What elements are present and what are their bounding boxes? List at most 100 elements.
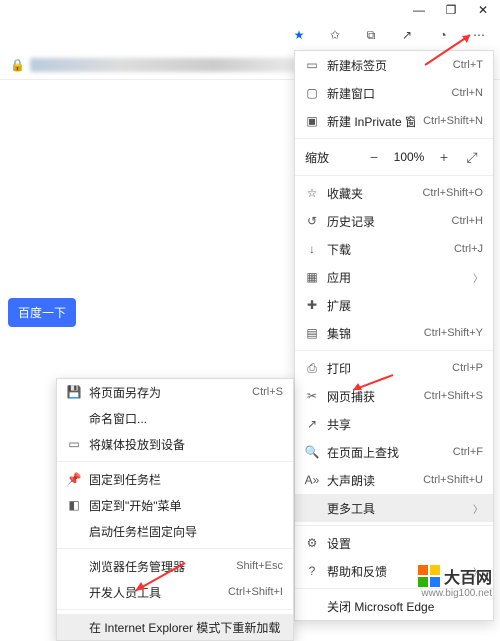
watermark-name: 大百网 [444, 564, 492, 588]
share-icon[interactable]: ↗ [396, 24, 418, 46]
star-icon: ☆ [305, 186, 319, 200]
menu-shortcut: Ctrl+Shift+O [422, 187, 483, 199]
submenu-shortcut: Ctrl+S [252, 386, 283, 398]
menu-favorites[interactable]: ☆ 收藏夹 Ctrl+Shift+O [295, 179, 493, 207]
menu-settings[interactable]: ⚙ 设置 [295, 529, 493, 557]
fullscreen-button[interactable]: ⤢ [461, 149, 483, 166]
cast-icon: ▭ [67, 437, 81, 451]
menu-label: 新建窗口 [327, 85, 444, 102]
menu-read-aloud[interactable]: A» 大声朗读 Ctrl+Shift+U [295, 466, 493, 494]
menu-label: 扩展 [327, 297, 483, 314]
menu-label: 下载 [327, 241, 446, 258]
blank-icon [67, 585, 81, 599]
chevron-right-icon: 〉 [473, 270, 483, 285]
watermark: 大百网 www.big100.net [418, 564, 492, 599]
menu-zoom-row: 缩放 − 100% + ⤢ [295, 142, 493, 172]
browser-toolbar: ★ ✩ ⧉ ↗ ◔ ⋯ [0, 20, 500, 50]
settings-and-more-menu: ▭ 新建标签页 Ctrl+T ▢ 新建窗口 Ctrl+N ▣ 新建 InPriv… [294, 50, 494, 621]
submenu-label: 将媒体投放到设备 [89, 436, 283, 453]
menu-downloads[interactable]: ↓ 下载 Ctrl+J [295, 235, 493, 263]
submenu-pin-taskbar[interactable]: 📌 固定到任务栏 [57, 466, 293, 492]
submenu-task-manager[interactable]: 浏览器任务管理器 Shift+Esc [57, 553, 293, 579]
new-tab-icon: ▭ [305, 58, 319, 72]
menu-label: 共享 [327, 416, 483, 433]
zoom-percent: 100% [391, 150, 427, 164]
menu-more-tools[interactable]: 更多工具 〉 [295, 494, 493, 522]
submenu-launch-wizard[interactable]: 启动任务栏固定向导 [57, 518, 293, 544]
menu-label: 大声朗读 [327, 472, 415, 489]
submenu-separator [57, 461, 293, 462]
watermark-url: www.big100.net [418, 588, 492, 599]
menu-print[interactable]: ⎙ 打印 Ctrl+P [295, 354, 493, 382]
submenu-label: 在 Internet Explorer 模式下重新加载 [89, 619, 283, 636]
submenu-ie-mode[interactable]: 在 Internet Explorer 模式下重新加载 [57, 614, 293, 640]
zoom-out-button[interactable]: − [363, 149, 385, 165]
blank-icon [305, 501, 319, 515]
menu-shortcut: Ctrl+Shift+S [424, 390, 483, 402]
blank-icon [67, 524, 81, 538]
menu-new-tab[interactable]: ▭ 新建标签页 Ctrl+T [295, 51, 493, 79]
menu-apps[interactable]: ▦ 应用 〉 [295, 263, 493, 291]
apps-icon: ▦ [305, 270, 319, 284]
menu-separator [295, 350, 493, 351]
gear-icon: ⚙ [305, 536, 319, 550]
submenu-label: 将页面另存为 [89, 384, 244, 401]
menu-shortcut: Ctrl+T [453, 59, 483, 71]
menu-share[interactable]: ↗ 共享 [295, 410, 493, 438]
menu-shortcut: Ctrl+Shift+N [423, 115, 483, 127]
menu-find[interactable]: 🔍 在页面上查找 Ctrl+F [295, 438, 493, 466]
pin-icon: 📌 [67, 472, 81, 486]
zoom-label: 缩放 [305, 149, 357, 166]
lock-icon: 🔒 [10, 58, 24, 72]
chevron-right-icon: 〉 [473, 501, 483, 516]
blank-icon [67, 411, 81, 425]
profile-icon[interactable]: ◔ [432, 24, 454, 46]
submenu-label: 浏览器任务管理器 [89, 558, 228, 575]
read-aloud-icon: A» [305, 473, 319, 487]
watermark-logo-icon [418, 565, 440, 587]
menu-label: 设置 [327, 535, 483, 552]
submenu-name-window[interactable]: 命名窗口... [57, 405, 293, 431]
minimize-button[interactable]: — [412, 3, 426, 17]
submenu-label: 固定到"开始"菜单 [89, 497, 283, 514]
submenu-label: 启动任务栏固定向导 [89, 523, 283, 540]
submenu-label: 固定到任务栏 [89, 471, 283, 488]
zoom-in-button[interactable]: + [433, 149, 455, 165]
submenu-cast[interactable]: ▭ 将媒体投放到设备 [57, 431, 293, 457]
menu-label: 打印 [327, 360, 444, 377]
menu-label: 新建标签页 [327, 57, 445, 74]
menu-separator [295, 175, 493, 176]
baidu-search-button[interactable]: 百度一下 [8, 298, 76, 327]
menu-history[interactable]: ↺ 历史记录 Ctrl+H [295, 207, 493, 235]
close-window-button[interactable]: ✕ [476, 3, 490, 17]
menu-label: 更多工具 [327, 500, 465, 517]
submenu-pin-start[interactable]: ◧ 固定到"开始"菜单 [57, 492, 293, 518]
favorite-star-icon[interactable]: ★ [288, 24, 310, 46]
more-tools-submenu: 💾 将页面另存为 Ctrl+S 命名窗口... ▭ 将媒体投放到设备 📌 固定到… [56, 378, 294, 641]
more-menu-icon[interactable]: ⋯ [468, 24, 490, 46]
favorites-menu-icon[interactable]: ✩ [324, 24, 346, 46]
submenu-label: 命名窗口... [89, 410, 283, 427]
pin-start-icon: ◧ [67, 498, 81, 512]
print-icon: ⎙ [305, 361, 319, 375]
new-window-icon: ▢ [305, 86, 319, 100]
submenu-dev-tools[interactable]: 开发人员工具 Ctrl+Shift+I [57, 579, 293, 605]
menu-label: 在页面上查找 [327, 444, 445, 461]
share-menu-icon: ↗ [305, 417, 319, 431]
menu-shortcut: Ctrl+Shift+U [423, 474, 483, 486]
download-icon: ↓ [305, 242, 319, 256]
window-title-bar: — ❐ ✕ [0, 0, 500, 20]
collections-icon[interactable]: ⧉ [360, 24, 382, 46]
submenu-save-as[interactable]: 💾 将页面另存为 Ctrl+S [57, 379, 293, 405]
capture-icon: ✂ [305, 389, 319, 403]
menu-collections[interactable]: ▤ 集锦 Ctrl+Shift+Y [295, 319, 493, 347]
submenu-label: 开发人员工具 [89, 584, 220, 601]
menu-capture[interactable]: ✂ 网页捕获 Ctrl+Shift+S [295, 382, 493, 410]
restore-button[interactable]: ❐ [444, 3, 458, 17]
menu-new-window[interactable]: ▢ 新建窗口 Ctrl+N [295, 79, 493, 107]
submenu-separator [57, 609, 293, 610]
menu-label: 集锦 [327, 325, 416, 342]
menu-extensions[interactable]: ✚ 扩展 [295, 291, 493, 319]
menu-separator [295, 138, 493, 139]
menu-new-inprivate[interactable]: ▣ 新建 InPrivate 窗口 Ctrl+Shift+N [295, 107, 493, 135]
